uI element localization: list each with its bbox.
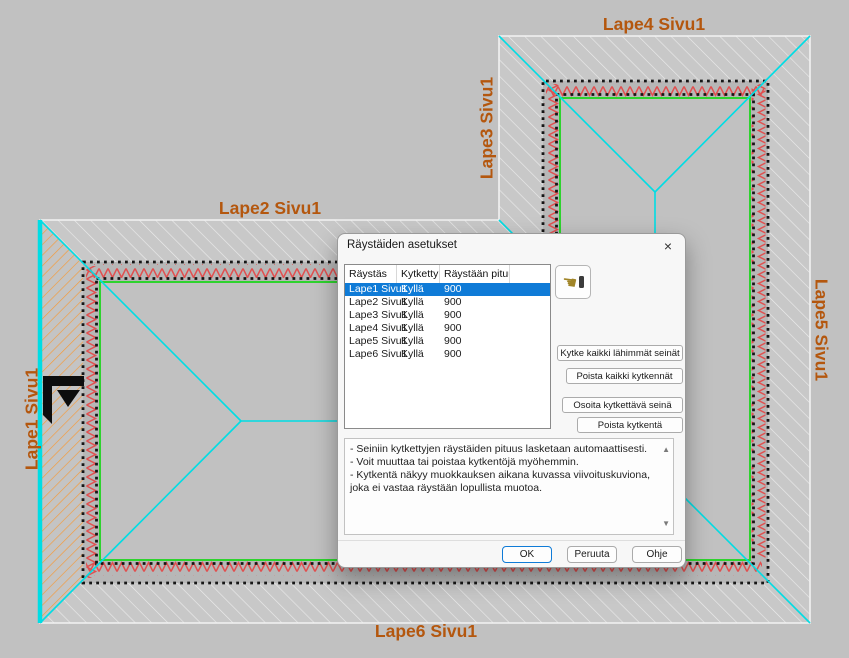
cell-kytketty: Kyllä	[397, 296, 440, 309]
cell-raystas: Lape4 Sivu1	[345, 322, 397, 335]
ok-button[interactable]: OK	[502, 546, 552, 563]
table-row[interactable]: Lape5 Sivu1 Kyllä 900	[345, 335, 550, 348]
cell-pituus: 900	[440, 348, 510, 361]
eaves-list-header: Räystäs Kytketty Räystään pituus	[345, 265, 550, 283]
cell-pituus: 900	[440, 309, 510, 322]
scroll-up-icon[interactable]: ▲	[662, 443, 670, 456]
selected-eave-hatch	[41, 221, 83, 623]
cell-pituus: 900	[440, 296, 510, 309]
eaves-settings-dialog: Räystäiden asetukset × Räystäs Kytketty …	[337, 233, 686, 568]
point-wall-to-connect-button[interactable]: Osoita kytkettävä seinä	[562, 397, 683, 413]
table-row[interactable]: Lape6 Sivu1 Kyllä 900	[345, 348, 550, 361]
roof-edge-label-lape3: Lape3 Sivu1	[477, 77, 497, 179]
remove-connection-button[interactable]: Poista kytkentä	[577, 417, 683, 433]
table-row[interactable]: Lape3 Sivu1 Kyllä 900	[345, 309, 550, 322]
cell-raystas: Lape5 Sivu1	[345, 335, 397, 348]
scroll-down-icon[interactable]: ▼	[662, 517, 670, 530]
dialog-title: Räystäiden asetukset	[347, 239, 457, 251]
close-icon[interactable]: ×	[659, 237, 677, 255]
cell-kytketty: Kyllä	[397, 322, 440, 335]
eaves-list[interactable]: Räystäs Kytketty Räystään pituus Lape1 S…	[344, 264, 551, 429]
table-row[interactable]: Lape2 Sivu1 Kyllä 900	[345, 296, 550, 309]
roof-edge-label-lape2: Lape2 Sivu1	[219, 198, 321, 218]
cancel-button[interactable]: Peruuta	[567, 546, 617, 563]
info-line: - Kytkentä näkyy muokkauksen aikana kuva…	[350, 469, 653, 495]
column-header-raystas[interactable]: Räystäs	[345, 265, 397, 283]
column-header-pituus[interactable]: Räystään pituus	[440, 265, 510, 283]
cell-raystas: Lape6 Sivu1	[345, 348, 397, 361]
roof-edge-label-lape4: Lape4 Sivu1	[603, 14, 705, 34]
cell-kytketty: Kyllä	[397, 348, 440, 361]
cell-raystas: Lape1 Sivu1	[345, 283, 397, 296]
cell-kytketty: Kyllä	[397, 335, 440, 348]
cell-raystas: Lape3 Sivu1	[345, 309, 397, 322]
roof-edge-label-lape1: Lape1 Sivu1	[22, 368, 42, 470]
cell-pituus: 900	[440, 322, 510, 335]
table-row[interactable]: Lape1 Sivu1 Kyllä 900	[345, 283, 550, 296]
help-button[interactable]: Ohje	[632, 546, 682, 563]
app-window: { "app": { "background": "#c1c1c1" }, "d…	[0, 0, 849, 658]
connect-all-nearest-walls-button[interactable]: Kytke kaikki lähimmät seinät	[557, 345, 683, 361]
point-wall-tool-button[interactable]: ☚	[555, 265, 591, 299]
footer-separator	[338, 540, 685, 541]
cell-pituus: 900	[440, 283, 510, 296]
info-text-box: - Seiniin kytkettyjen räystäiden pituus …	[344, 438, 674, 535]
roof-edge-label-lape6: Lape6 Sivu1	[375, 621, 477, 641]
info-line: - Voit muuttaa tai poistaa kytkentöjä my…	[350, 456, 653, 469]
remove-all-connections-button[interactable]: Poista kaikki kytkennät	[566, 368, 683, 384]
cell-raystas: Lape2 Sivu1	[345, 296, 397, 309]
info-line: - Seiniin kytkettyjen räystäiden pituus …	[350, 443, 653, 456]
roof-edge-label-lape5: Lape5 Sivu1	[811, 279, 831, 381]
cell-kytketty: Kyllä	[397, 309, 440, 322]
selected-eave-surface	[41, 221, 83, 623]
pen-icon	[579, 276, 584, 288]
cell-kytketty: Kyllä	[397, 283, 440, 296]
cell-pituus: 900	[440, 335, 510, 348]
table-row[interactable]: Lape4 Sivu1 Kyllä 900	[345, 322, 550, 335]
column-header-kytketty[interactable]: Kytketty	[397, 265, 440, 283]
pointing-hand-icon: ☚	[561, 273, 578, 292]
